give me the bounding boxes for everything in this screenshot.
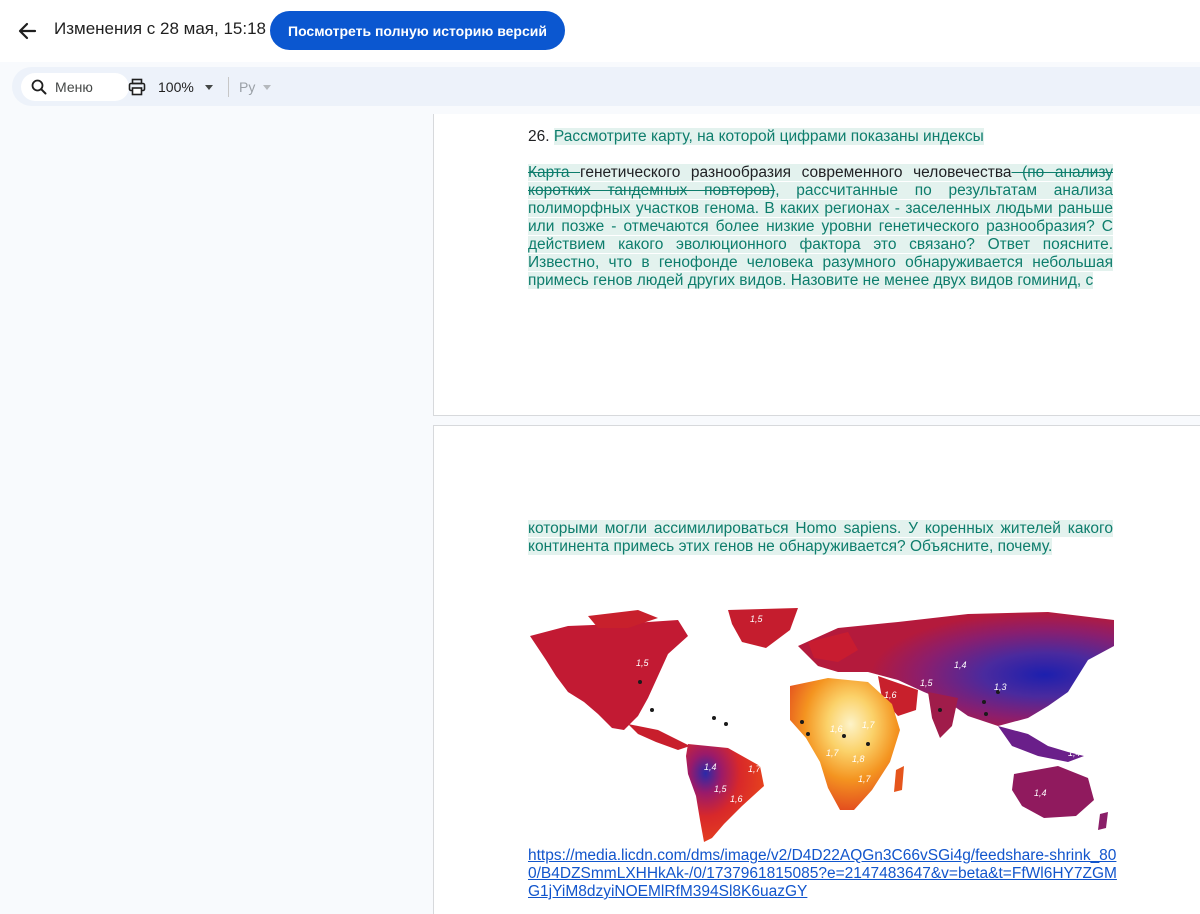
deleted-text: Карта xyxy=(528,164,581,181)
genetic-diversity-world-map: 1,5 1,5 1,6 1,4 1,5 1,6 1,7 1,4 1,3 1,6 … xyxy=(530,608,1114,842)
north-america xyxy=(530,610,688,730)
map-label: 1,5 xyxy=(920,678,934,688)
inserted-text: которыми могли ассимилироваться Homo sap… xyxy=(528,520,1113,555)
map-label: 1,7 xyxy=(862,720,876,730)
map-label: 1,6 xyxy=(678,668,691,678)
central-america xyxy=(628,724,690,750)
continuation-paragraph: которыми могли ассимилироваться Homo sap… xyxy=(528,520,1113,556)
greenland xyxy=(728,608,798,648)
map-label: 1,5 xyxy=(714,784,728,794)
question-paragraph: Карта генетического разнообразия совреме… xyxy=(528,164,1114,290)
full-history-button[interactable]: Посмотреть полную историю версий xyxy=(270,11,565,50)
map-label: 1,7 xyxy=(826,748,840,758)
madagascar xyxy=(894,766,904,792)
map-label: 1,4 xyxy=(954,660,967,670)
map-label: 1,6 xyxy=(884,690,897,700)
zoom-dropdown-icon xyxy=(204,84,213,90)
printer-icon xyxy=(128,78,146,96)
menu-search-button[interactable]: Меню xyxy=(21,73,129,101)
question-number: 26. xyxy=(528,128,550,145)
map-label: 1,4 xyxy=(704,762,717,772)
map-label: 1,4 xyxy=(1068,748,1081,758)
language-select[interactable]: Ру xyxy=(239,76,272,98)
document-page-2: которыми могли ассимилироваться Homo sap… xyxy=(433,425,1200,914)
back-button[interactable] xyxy=(14,18,40,44)
map-label: 1,7 xyxy=(858,774,872,784)
map-label: 1,6 xyxy=(730,794,743,804)
kept-text: генетического разнообразия современного … xyxy=(580,164,1012,181)
question-text: Рассмотрите карту, на которой цифрами по… xyxy=(553,128,984,145)
india xyxy=(928,692,958,738)
zoom-select[interactable]: 100% xyxy=(158,76,213,98)
header-bar: Изменения с 28 мая, 15:18 Посмотреть пол… xyxy=(0,0,1200,62)
print-button[interactable] xyxy=(125,75,149,99)
toolbar: Меню 100% Ру xyxy=(12,67,1200,106)
search-icon xyxy=(31,79,47,95)
language-dropdown-icon xyxy=(263,84,272,90)
image-source-link[interactable]: https://media.licdn.com/dms/image/v2/D4D… xyxy=(528,847,1118,901)
zoom-value: 100% xyxy=(158,79,194,95)
map-label: 1,5 xyxy=(636,658,650,668)
version-title: Изменения с 28 мая, 15:18 xyxy=(54,19,267,38)
new-zealand xyxy=(1098,812,1108,830)
map-label: 1,5 xyxy=(750,614,764,624)
map-label: 1,4 xyxy=(1034,788,1047,798)
document-page-1: 26. Рассмотрите карту, на которой цифрам… xyxy=(433,114,1200,416)
map-label: 1,8 xyxy=(852,754,865,764)
australia xyxy=(1012,766,1094,818)
menu-label: Меню xyxy=(55,79,93,95)
map-label: 1,7 xyxy=(748,764,762,774)
language-value: Ру xyxy=(239,79,256,95)
back-arrow-icon xyxy=(18,22,37,40)
map-label: 1,3 xyxy=(994,682,1007,692)
question-heading: 26. Рассмотрите карту, на которой цифрам… xyxy=(528,128,984,146)
map-label: 1,6 xyxy=(830,724,843,734)
toolbar-divider xyxy=(228,77,229,97)
